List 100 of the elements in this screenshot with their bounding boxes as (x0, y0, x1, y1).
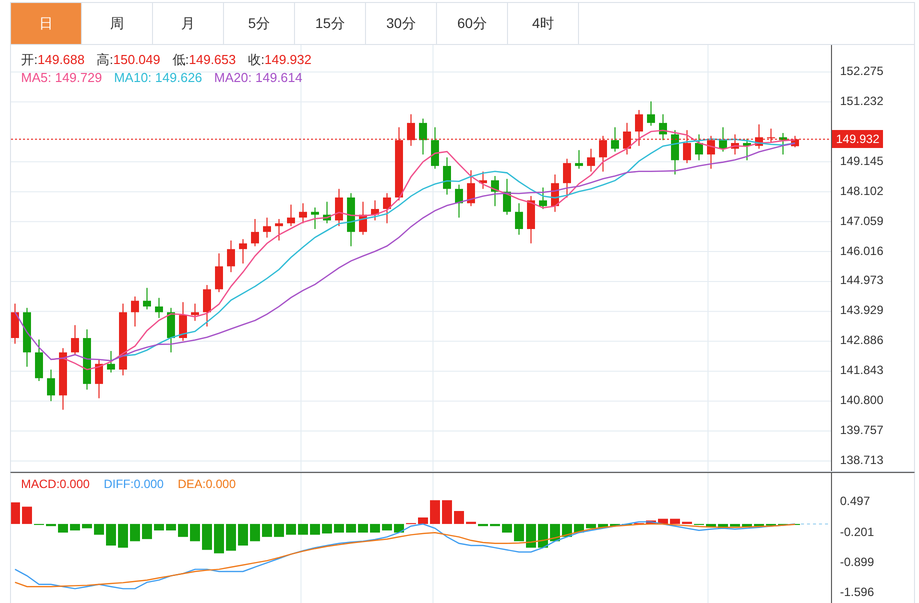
price-axis-label: 139.757 (840, 423, 884, 438)
macd-bar (226, 524, 236, 551)
price-axis-label: 151.232 (840, 94, 884, 108)
moving-average-value: 149.626 (155, 69, 202, 87)
candlestick (407, 114, 415, 146)
macd-bar (298, 524, 308, 535)
price-axis-label: 140.800 (840, 393, 884, 408)
candlestick (539, 186, 547, 210)
candlestick (743, 138, 751, 161)
candlestick (371, 200, 379, 221)
candlestick (575, 150, 583, 170)
quote-value: 149.688 (38, 51, 85, 69)
price-axis-label: 141.843 (840, 363, 884, 378)
quote-value: 149.653 (188, 51, 236, 69)
zero-line (800, 523, 831, 524)
candlestick (671, 130, 679, 176)
candlestick (107, 350, 115, 373)
macd-bar (442, 500, 452, 524)
macd-bar (310, 524, 320, 535)
indicator-label: DIFF: (104, 477, 134, 491)
candlestick (95, 359, 103, 399)
candlestick (467, 170, 475, 207)
price-axis-label: 152.275 (840, 64, 884, 78)
macd-bar (142, 524, 152, 540)
macd-bar (58, 524, 68, 533)
candlestick (335, 188, 343, 227)
macd-bar (742, 524, 752, 527)
macd-bar (550, 524, 560, 542)
candlestick (527, 196, 535, 244)
candlestick (263, 217, 271, 238)
macd-bar (586, 524, 596, 528)
macd-bar (730, 524, 740, 527)
macd-bar (106, 524, 116, 546)
candlestick (623, 122, 631, 155)
macd-bar (70, 524, 80, 530)
candlestick (683, 130, 691, 164)
candlestick (491, 175, 499, 207)
candlestick (83, 328, 91, 390)
candlestick (443, 156, 451, 196)
candlestick (239, 238, 247, 264)
macd-bar (238, 524, 248, 546)
candlestick (563, 158, 571, 198)
indicator-label: MACD: (21, 477, 60, 491)
candlestick (203, 284, 211, 328)
macd-bar (202, 524, 212, 550)
macd-bar (610, 524, 620, 526)
candlestick (599, 135, 607, 172)
candlestick (299, 202, 307, 224)
candlestick (755, 124, 763, 150)
candlestick (611, 126, 619, 152)
macd-bar (190, 524, 200, 542)
macd-bar (466, 522, 476, 524)
macd-bar (46, 524, 56, 526)
macd-bar (658, 518, 668, 524)
candlestick (731, 134, 739, 155)
price-axis-label: 146.016 (840, 244, 884, 258)
macd-bar (346, 524, 356, 533)
candlestick (323, 201, 331, 224)
candlestick (347, 192, 355, 247)
macd-bar (706, 524, 716, 528)
indicator-value: 0.000 (206, 477, 236, 491)
candlestick (167, 307, 175, 353)
candlestick (503, 178, 511, 216)
indicator-value: 0.000 (60, 477, 90, 491)
macd-bar (154, 524, 164, 530)
macd-axis-label: -0.899 (840, 554, 874, 569)
macd-bar (82, 524, 92, 528)
quote-label: 收: (248, 51, 264, 69)
candlestick (635, 110, 643, 146)
candlestick (191, 303, 199, 322)
quote-value: 150.049 (113, 51, 160, 69)
macd-bar (274, 524, 284, 537)
indicator-label: DEA: (178, 477, 206, 491)
macd-bar (334, 524, 344, 533)
macd-bar (670, 518, 680, 524)
macd-bar (22, 506, 32, 524)
candlestick (515, 202, 523, 236)
macd-bar (526, 524, 536, 548)
macd-bar (214, 524, 224, 554)
quote-label: 低: (172, 51, 189, 69)
candlestick (251, 218, 259, 247)
price-axis-label: 149.145 (840, 154, 884, 168)
candlestick (11, 303, 19, 344)
macd-bar (11, 502, 20, 524)
candlestick (707, 135, 715, 170)
candlestick (59, 348, 67, 410)
candlestick (695, 134, 703, 161)
indicator-value: 0.000 (134, 477, 164, 491)
macd-bar (718, 524, 728, 528)
candlestick (215, 252, 223, 293)
macd-bar (598, 524, 608, 528)
macd-axis-label: -0.201 (840, 524, 874, 539)
price-axis-label: 138.713 (840, 453, 884, 467)
macd-bar (262, 524, 272, 537)
macd-bar (394, 524, 404, 533)
candlestick (587, 148, 595, 172)
macd-bar (502, 524, 512, 533)
price-axis-label: 148.102 (840, 184, 884, 198)
macd-bar (754, 524, 764, 526)
macd-bar (490, 524, 500, 526)
